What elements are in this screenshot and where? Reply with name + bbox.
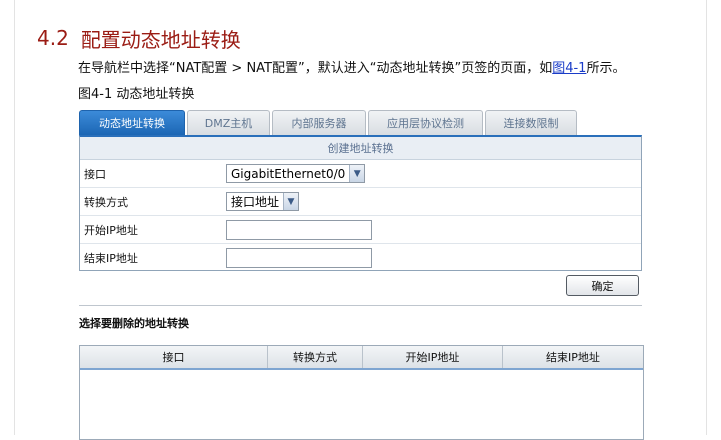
figure-link[interactable]: 图4-1 — [552, 61, 586, 76]
delete-section-title: 选择要删除的地址转换 — [79, 317, 189, 330]
chevron-down-icon[interactable]: ▼ — [349, 165, 365, 182]
form-row-interface: 接口 GigabitEthernet0/0 ▼ — [80, 160, 641, 188]
intro-text: 在导航栏中选择“NAT配置 > NAT配置”，默认进入“动态地址转换”页签的页面… — [78, 61, 553, 76]
ok-button[interactable]: 确定 — [566, 275, 639, 296]
section-heading: 4.2 配置动态地址转换 — [37, 24, 241, 52]
tab-alg[interactable]: 应用层协议检测 — [368, 110, 483, 135]
section-divider — [79, 305, 642, 306]
tab-connection-limit[interactable]: 连接数限制 — [485, 110, 577, 135]
table-header: 接口 转换方式 开始IP地址 结束IP地址 — [80, 346, 643, 370]
section-number: 4.2 — [37, 26, 69, 50]
mode-value: 接口地址 — [231, 195, 280, 209]
chevron-down-icon[interactable]: ▼ — [283, 193, 299, 210]
start-ip-label: 开始IP地址 — [84, 223, 138, 237]
column-header-start-ip[interactable]: 开始IP地址 — [363, 346, 503, 368]
tab-bar: 动态地址转换 DMZ主机 内部服务器 应用层协议检测 连接数限制 — [79, 110, 579, 135]
section-title: 配置动态地址转换 — [80, 27, 241, 52]
end-ip-label: 结束IP地址 — [84, 251, 138, 265]
tab-dynamic-nat[interactable]: 动态地址转换 — [79, 110, 185, 135]
interface-value: GigabitEthernet0/0 — [231, 166, 346, 181]
figure-caption: 图4-1 动态地址转换 — [78, 87, 195, 102]
mode-label: 转换方式 — [84, 195, 128, 209]
mode-select[interactable]: 接口地址 ▼ — [226, 192, 300, 211]
left-border — [14, 0, 15, 435]
form-row-start-ip: 开始IP地址 — [80, 216, 641, 244]
right-border — [706, 0, 707, 435]
intro-text-end: 所示。 — [586, 61, 626, 76]
interface-label: 接口 — [84, 167, 106, 181]
nat-table: 接口 转换方式 开始IP地址 结束IP地址 — [79, 345, 644, 440]
tab-dmz-host[interactable]: DMZ主机 — [187, 110, 270, 135]
panel-header: 创建地址转换 — [80, 137, 641, 160]
form-row-mode: 转换方式 接口地址 ▼ — [80, 188, 641, 216]
interface-select[interactable]: GigabitEthernet0/0 ▼ — [226, 164, 366, 183]
intro-paragraph: 在导航栏中选择“NAT配置 > NAT配置”，默认进入“动态地址转换”页签的页面… — [78, 57, 678, 76]
form-row-end-ip: 结束IP地址 — [80, 244, 641, 271]
column-header-interface[interactable]: 接口 — [80, 346, 268, 368]
create-nat-panel: 创建地址转换 接口 GigabitEthernet0/0 ▼ 转换方式 接口地址… — [79, 135, 642, 271]
start-ip-input[interactable] — [226, 219, 372, 240]
column-header-end-ip[interactable]: 结束IP地址 — [503, 346, 643, 368]
end-ip-input[interactable] — [226, 247, 372, 268]
column-header-mode[interactable]: 转换方式 — [268, 346, 363, 368]
tab-internal-server[interactable]: 内部服务器 — [272, 110, 366, 135]
